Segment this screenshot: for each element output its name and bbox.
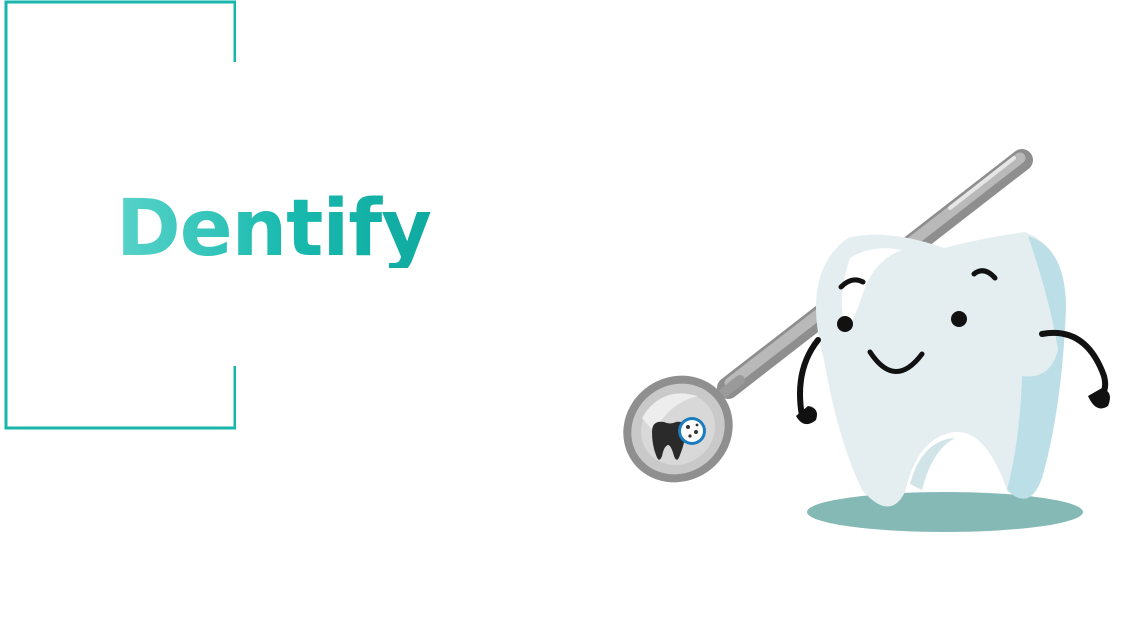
page-title: Dentify: [116, 184, 432, 274]
tooth-body: [816, 232, 1066, 507]
slide: Dentify: [0, 0, 1131, 625]
tooth-mascot-illustration: [610, 140, 1130, 540]
ground-shadow: [807, 492, 1083, 532]
